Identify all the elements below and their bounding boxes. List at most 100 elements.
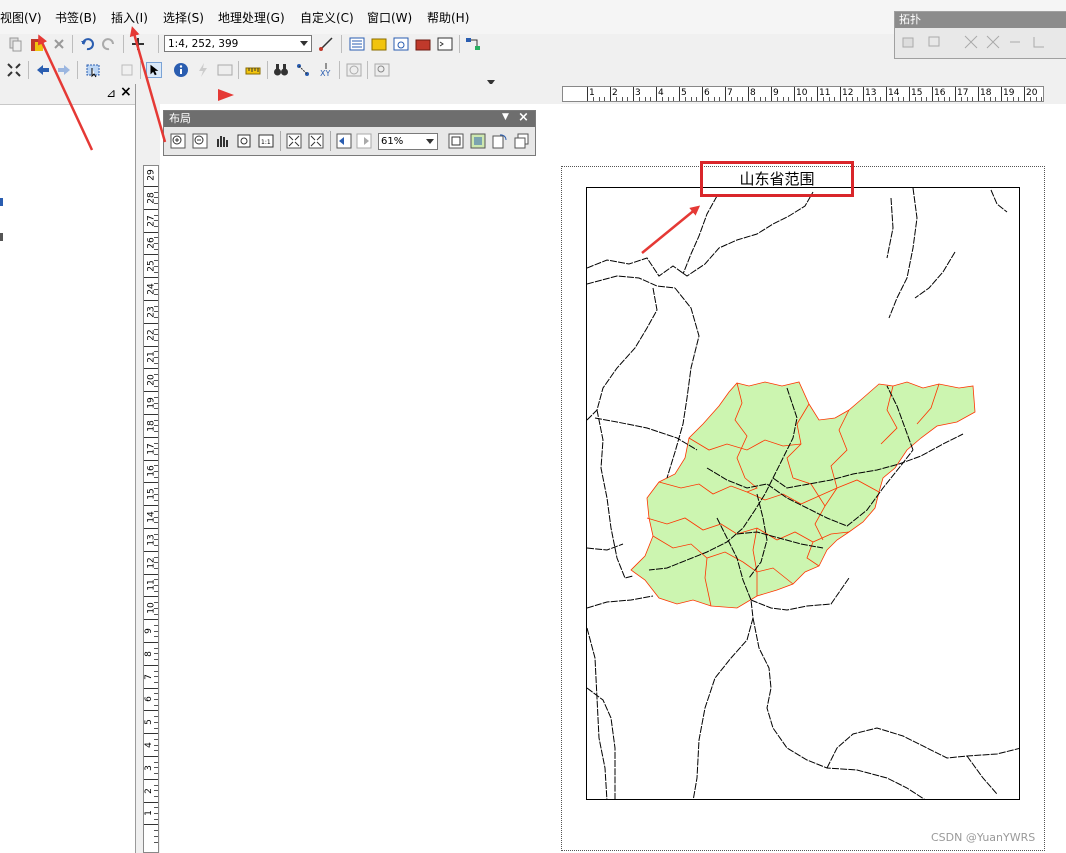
ruler-tick-label: 13 [146, 534, 157, 546]
close-icon[interactable]: × [518, 110, 529, 125]
fixed-zoom-in-icon[interactable] [286, 133, 302, 149]
hyperlink-icon[interactable] [195, 62, 211, 78]
pan-icon[interactable] [214, 133, 230, 149]
ruler-tick [144, 254, 158, 256]
map-title[interactable]: 山东省范围 [700, 161, 854, 197]
railway-line [587, 275, 676, 289]
data-frame[interactable] [586, 187, 1020, 800]
copy-icon[interactable] [8, 36, 24, 52]
select-features-icon[interactable] [85, 62, 101, 78]
find-route-icon[interactable] [295, 62, 311, 78]
add-data-icon[interactable] [130, 36, 146, 52]
find-icon[interactable] [273, 62, 289, 78]
forward-icon[interactable] [56, 62, 72, 78]
zoom-in-icon[interactable] [170, 133, 186, 149]
zoom-percent-input[interactable]: 61% [378, 133, 438, 150]
ruler-minor-tick [914, 97, 916, 101]
undo-icon[interactable] [79, 36, 95, 52]
close-icon[interactable]: × [120, 84, 132, 100]
zoom-whole-page-icon[interactable] [236, 133, 252, 149]
select-elements-icon[interactable] [146, 62, 162, 78]
menu-customize[interactable]: 自定义(C) [300, 9, 354, 26]
chevron-down-icon[interactable] [300, 41, 308, 46]
ruler-tick-label: 20 [146, 374, 157, 386]
menu-bookmarks[interactable]: 书签(B) [55, 9, 97, 26]
ruler-minor-tick [719, 97, 721, 101]
data-driven-pages-icon[interactable] [514, 133, 530, 149]
chevron-down-icon[interactable] [426, 139, 434, 144]
measure-icon[interactable] [245, 62, 261, 78]
ruler-tick [144, 801, 158, 803]
menu-geoprocessing[interactable]: 地理处理(G) [218, 9, 285, 26]
ruler-minor-tick [960, 97, 962, 101]
error-inspector-icon[interactable] [1007, 34, 1023, 50]
ruler-minor-tick [983, 97, 985, 101]
next-extent-icon[interactable] [356, 133, 372, 149]
topology-toolbar-title: 拓扑 [895, 12, 1066, 28]
panel-splitter[interactable] [136, 84, 143, 853]
ruler-minor-tick [638, 97, 640, 101]
clear-selection-icon[interactable] [119, 62, 135, 78]
catalog-icon[interactable] [371, 36, 387, 52]
create-viewer-icon[interactable] [374, 62, 390, 78]
ruler-minor-tick [154, 630, 158, 632]
focus-data-frame-icon[interactable] [470, 133, 486, 149]
ruler-minor-tick [684, 97, 686, 101]
zoom-out-icon[interactable] [192, 133, 208, 149]
shared-features-icon[interactable] [963, 34, 979, 50]
menu-help[interactable]: 帮助(H) [427, 9, 469, 26]
map-scale-input[interactable]: 1:4, 252, 399 [164, 35, 312, 52]
ruler-tick [840, 87, 841, 101]
ruler-tick [610, 87, 611, 101]
ruler-tick [748, 87, 749, 101]
ruler-tick [144, 505, 158, 507]
table-of-contents-icon[interactable] [349, 36, 365, 52]
ruler-tick [909, 87, 910, 101]
ruler-minor-tick [926, 97, 928, 101]
pin-icon[interactable]: ⊿ [106, 86, 116, 100]
ruler-tick [978, 87, 979, 101]
paste-icon[interactable] [29, 36, 45, 52]
redo-icon[interactable] [101, 36, 117, 52]
change-layout-icon[interactable] [492, 133, 508, 149]
railway-line [914, 251, 956, 299]
go-to-xy-icon[interactable]: XY [318, 62, 334, 78]
html-popup-icon[interactable] [217, 62, 233, 78]
delete-icon[interactable] [51, 36, 67, 52]
editor-icon[interactable] [318, 36, 334, 52]
ruler-minor-tick [834, 97, 836, 101]
ruler-minor-tick [154, 841, 158, 843]
menu-view[interactable]: 视图(V) [0, 9, 42, 26]
python-window-icon[interactable] [437, 36, 453, 52]
menu-insert[interactable]: 插入(I) [111, 9, 148, 26]
ruler-minor-tick [154, 813, 158, 814]
identify-icon[interactable] [173, 62, 189, 78]
ruler-tick [144, 186, 158, 187]
model-builder-icon[interactable] [465, 36, 481, 52]
validate-topology-icon[interactable] [1031, 34, 1047, 50]
panel-header: ⊿ × [0, 84, 135, 105]
toolbox-icon[interactable] [415, 36, 431, 52]
chevron-down-icon[interactable]: ▼ [502, 112, 509, 122]
fixed-zoom-out-icon[interactable] [308, 133, 324, 149]
railway-line [594, 417, 698, 451]
fix-topology-icon[interactable] [985, 34, 1001, 50]
search-window-icon[interactable] [393, 36, 409, 52]
ruler-tick [771, 87, 772, 101]
back-icon[interactable] [35, 62, 51, 78]
menu-selection[interactable]: 选择(S) [163, 9, 204, 26]
toggle-draft-mode-icon[interactable] [448, 133, 464, 149]
ruler-minor-tick [880, 97, 882, 101]
panel-item-marker [0, 233, 3, 241]
menu-windows[interactable]: 窗口(W) [367, 9, 412, 26]
ruler-minor-tick [154, 767, 158, 769]
topology-edit-icon[interactable] [901, 34, 917, 50]
railway-line [886, 197, 894, 259]
ruler-minor-tick [1006, 97, 1008, 101]
previous-extent-icon[interactable] [336, 133, 352, 149]
full-extent-icon[interactable] [6, 62, 22, 78]
time-slider-icon[interactable] [346, 62, 362, 78]
topology-edit-tool-icon[interactable] [927, 34, 943, 50]
ruler-minor-tick [1012, 97, 1014, 101]
zoom-100-icon[interactable]: 1:1 [258, 133, 274, 149]
